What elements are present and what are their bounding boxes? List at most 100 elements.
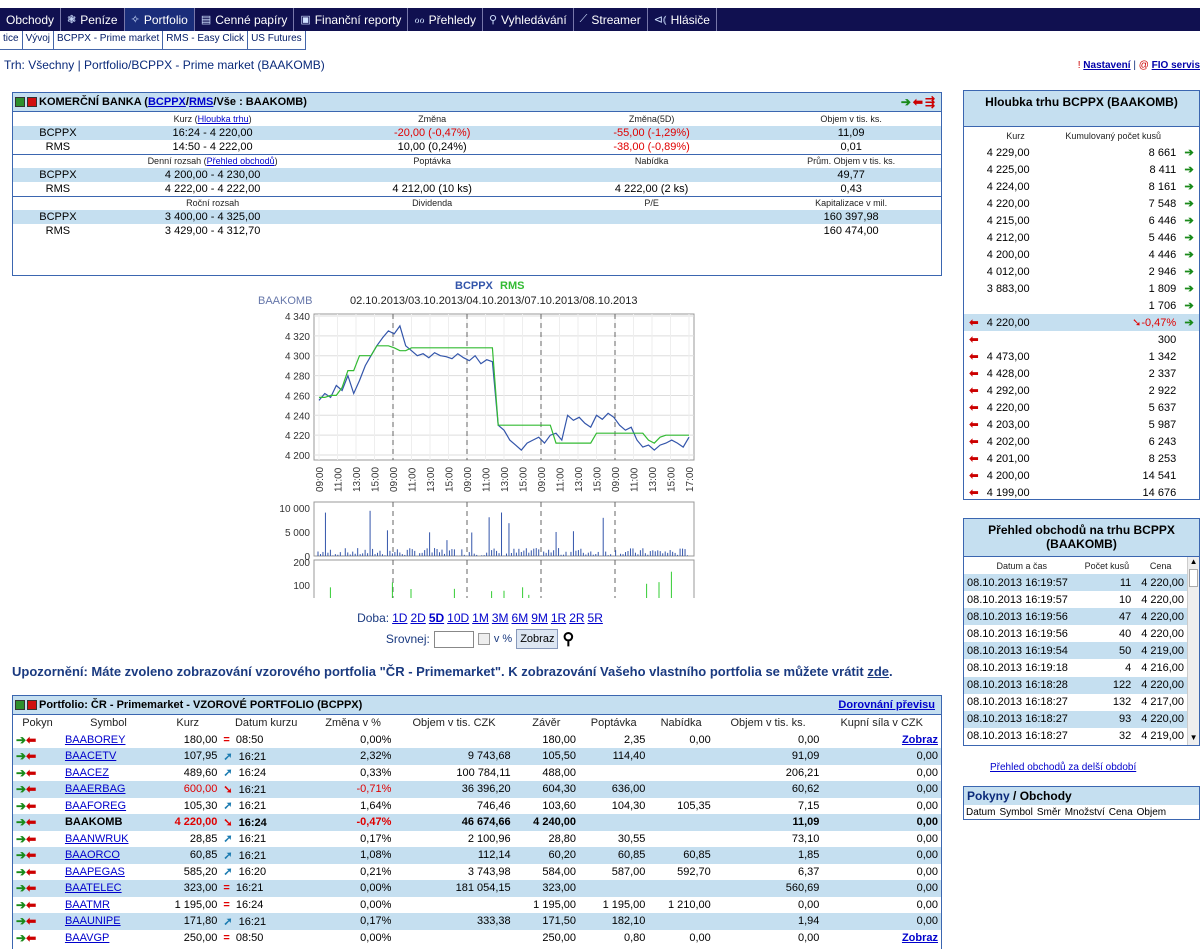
- scroll-thumb[interactable]: [1189, 569, 1198, 587]
- buy-arrow-icon[interactable]: ➔: [901, 95, 911, 109]
- symbol-link[interactable]: BAAVGP: [65, 932, 109, 944]
- sell-arrow-icon[interactable]: ⬅: [26, 766, 36, 780]
- period-3m[interactable]: 3M: [492, 611, 509, 625]
- menu-obchody[interactable]: Obchody: [0, 8, 62, 31]
- fio-service-link[interactable]: FIO servis: [1152, 60, 1200, 71]
- symbol-link[interactable]: BAACEZ: [65, 767, 109, 779]
- symbol-link[interactable]: BAANWRUK: [65, 833, 129, 845]
- buy-arrow-icon[interactable]: ➔: [16, 898, 26, 912]
- sell-arrow-icon[interactable]: ⬅: [964, 467, 984, 484]
- buy-arrow-icon[interactable]: ➔: [1179, 314, 1199, 331]
- buy-arrow-icon[interactable]: ➔: [16, 766, 26, 780]
- sell-arrow-icon[interactable]: ⬅: [964, 484, 984, 501]
- sell-arrow-icon[interactable]: ⬅: [964, 331, 984, 348]
- collapse-icon[interactable]: [27, 700, 37, 710]
- trades-tab[interactable]: Obchody: [1020, 789, 1072, 803]
- buy-arrow-icon[interactable]: ➔: [16, 848, 26, 862]
- expand-icon[interactable]: [15, 97, 25, 107]
- symbol-link[interactable]: BAAPEGAS: [65, 866, 125, 878]
- scroll-down-icon[interactable]: ▼: [1188, 733, 1199, 745]
- sell-arrow-icon[interactable]: ⬅: [964, 314, 984, 331]
- period-6m[interactable]: 6M: [512, 611, 529, 625]
- sell-arrow-icon[interactable]: ⬅: [26, 898, 36, 912]
- sell-arrow-icon[interactable]: ⬅: [964, 365, 984, 382]
- submenu-item[interactable]: tice: [0, 31, 23, 49]
- buy-arrow-icon[interactable]: ➔: [1179, 178, 1199, 195]
- scroll-up-icon[interactable]: ▲: [1188, 557, 1199, 569]
- sell-arrow-icon[interactable]: ⬅: [26, 832, 36, 846]
- period-9m[interactable]: 9M: [531, 611, 548, 625]
- menu-vyhledávání[interactable]: ⚲ Vyhledávání: [483, 8, 574, 31]
- compare-input[interactable]: [433, 630, 474, 648]
- submenu-item[interactable]: BCPPX - Prime market: [54, 31, 164, 49]
- alert-flag-icon[interactable]: ⇶: [925, 95, 935, 109]
- rms-link[interactable]: RMS: [189, 96, 213, 108]
- sell-arrow-icon[interactable]: ⬅: [26, 931, 36, 945]
- header-link[interactable]: Přehled obchodů: [207, 156, 275, 166]
- period-1r[interactable]: 1R: [551, 611, 566, 625]
- show-link[interactable]: Zobraz: [902, 734, 938, 746]
- buy-arrow-icon[interactable]: ➔: [16, 733, 26, 747]
- magnifier-icon[interactable]: ⚲: [562, 629, 574, 649]
- symbol-link[interactable]: BAACETV: [65, 750, 116, 762]
- settings-link[interactable]: Nastavení: [1083, 60, 1130, 71]
- sell-arrow-icon[interactable]: ⬅: [26, 749, 36, 763]
- buy-arrow-icon[interactable]: ➔: [16, 881, 26, 895]
- symbol-link[interactable]: BAABOREY: [65, 734, 126, 746]
- menu-streamer[interactable]: ⟋ Streamer: [574, 8, 648, 31]
- align-overhang-link[interactable]: Dorovnání převisu: [838, 699, 935, 711]
- header-link[interactable]: Hloubka trhu: [198, 114, 249, 124]
- trades-scrollbar[interactable]: ▲ ▼: [1187, 557, 1199, 745]
- symbol-link[interactable]: BAAERBAG: [65, 783, 126, 795]
- longer-period-trades-link[interactable]: Přehled obchodů za delší období: [990, 762, 1136, 773]
- return-here-link[interactable]: zde: [867, 664, 889, 679]
- expand-icon[interactable]: [15, 700, 25, 710]
- sell-arrow-icon[interactable]: ⬅: [913, 95, 923, 109]
- show-link[interactable]: Zobraz: [902, 932, 938, 944]
- collapse-icon[interactable]: [27, 97, 37, 107]
- sell-arrow-icon[interactable]: ⬅: [26, 815, 36, 829]
- symbol-link[interactable]: BAAKOMB: [65, 816, 122, 828]
- sell-arrow-icon[interactable]: ⬅: [26, 865, 36, 879]
- period-5d[interactable]: 5D: [429, 611, 444, 625]
- sell-arrow-icon[interactable]: ⬅: [26, 914, 36, 928]
- period-2d[interactable]: 2D: [410, 611, 425, 625]
- buy-arrow-icon[interactable]: ➔: [1179, 263, 1199, 280]
- buy-arrow-icon[interactable]: ➔: [16, 914, 26, 928]
- percent-checkbox[interactable]: [477, 633, 490, 645]
- buy-arrow-icon[interactable]: ➔: [16, 865, 26, 879]
- buy-arrow-icon[interactable]: ➔: [16, 832, 26, 846]
- period-5r[interactable]: 5R: [588, 611, 603, 625]
- menu-peníze[interactable]: ❃ Peníze: [61, 8, 125, 31]
- submenu-item[interactable]: RMS - Easy Click: [163, 31, 249, 49]
- buy-arrow-icon[interactable]: ➔: [1179, 144, 1199, 161]
- menu-přehledy[interactable]: ℴℴ Přehledy: [408, 8, 483, 31]
- symbol-link[interactable]: BAAORCO: [65, 849, 120, 861]
- sell-arrow-icon[interactable]: ⬅: [964, 348, 984, 365]
- buy-arrow-icon[interactable]: ➔: [1179, 195, 1199, 212]
- buy-arrow-icon[interactable]: ➔: [16, 799, 26, 813]
- buy-arrow-icon[interactable]: ➔: [1179, 229, 1199, 246]
- period-1m[interactable]: 1M: [472, 611, 489, 625]
- sell-arrow-icon[interactable]: ⬅: [964, 433, 984, 450]
- sell-arrow-icon[interactable]: ⬅: [964, 416, 984, 433]
- sell-arrow-icon[interactable]: ⬅: [964, 382, 984, 399]
- symbol-link[interactable]: BAATMR: [65, 899, 110, 911]
- bcppx-link[interactable]: BCPPX: [148, 96, 186, 108]
- orders-tab[interactable]: Pokyny: [967, 789, 1010, 803]
- buy-arrow-icon[interactable]: ➔: [1179, 246, 1199, 263]
- sell-arrow-icon[interactable]: ⬅: [26, 799, 36, 813]
- symbol-link[interactable]: BAAUNIPE: [65, 915, 121, 927]
- symbol-link[interactable]: BAATELEC: [65, 882, 122, 894]
- submenu-item[interactable]: US Futures: [248, 31, 306, 49]
- buy-arrow-icon[interactable]: ➔: [16, 782, 26, 796]
- buy-arrow-icon[interactable]: ➔: [1179, 280, 1199, 297]
- period-1d[interactable]: 1D: [392, 611, 407, 625]
- show-button[interactable]: Zobraz: [516, 629, 559, 649]
- sell-arrow-icon[interactable]: ⬅: [964, 399, 984, 416]
- sell-arrow-icon[interactable]: ⬅: [26, 733, 36, 747]
- sell-arrow-icon[interactable]: ⬅: [26, 782, 36, 796]
- symbol-link[interactable]: BAAFOREG: [65, 800, 126, 812]
- sell-arrow-icon[interactable]: ⬅: [26, 848, 36, 862]
- buy-arrow-icon[interactable]: ➔: [16, 749, 26, 763]
